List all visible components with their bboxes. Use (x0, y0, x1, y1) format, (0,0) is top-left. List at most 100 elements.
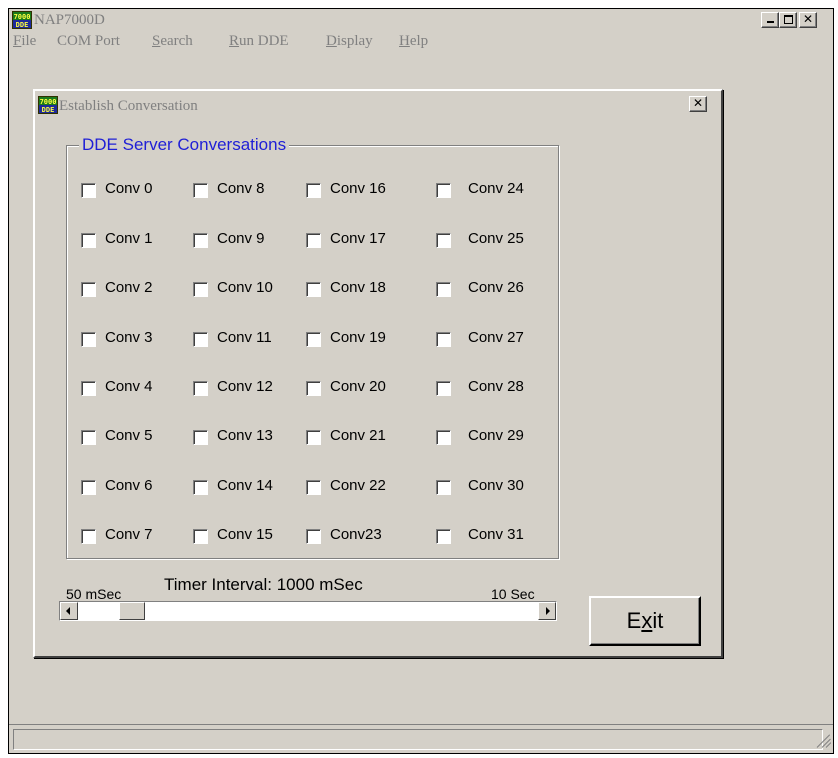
conv-29-label[interactable]: Conv 29 (468, 427, 524, 445)
window-title: NAP7000D (34, 12, 105, 28)
menu-search[interactable]: Search (152, 32, 193, 50)
menubar: File COM Port Search Run DDE Display Hel… (9, 32, 833, 52)
conv-30-label[interactable]: Conv 30 (468, 477, 524, 495)
conv-31-label[interactable]: Conv 31 (468, 526, 524, 544)
scroll-right-button[interactable] (538, 602, 556, 620)
conv-11-checkbox[interactable] (193, 332, 208, 347)
conv-2-checkbox[interactable] (81, 282, 96, 297)
conv-30-checkbox[interactable] (436, 480, 451, 495)
app-icon-text-top: 7000 (13, 13, 31, 21)
conv-19-checkbox[interactable] (306, 332, 321, 347)
conv-8-label[interactable]: Conv 8 (217, 180, 265, 198)
conv-12-checkbox[interactable] (193, 381, 208, 396)
conv-16-label[interactable]: Conv 16 (330, 180, 386, 198)
conv-29-checkbox[interactable] (436, 430, 451, 445)
conv-9-label[interactable]: Conv 9 (217, 230, 265, 248)
exit-label-mnemonic: x (641, 608, 653, 633)
conv-5-checkbox[interactable] (81, 430, 96, 445)
conv-6-checkbox[interactable] (81, 480, 96, 495)
conv-1-label[interactable]: Conv 1 (105, 230, 153, 248)
menu-help[interactable]: Help (399, 32, 428, 50)
conv-0-checkbox[interactable] (81, 183, 96, 198)
conv-24-label[interactable]: Conv 24 (468, 180, 524, 198)
minimize-button[interactable] (761, 12, 779, 28)
conv-14-label[interactable]: Conv 14 (217, 477, 273, 495)
app-icon[interactable]: 7000 DDE (12, 11, 32, 29)
minimize-icon (766, 21, 774, 23)
conv-7-label[interactable]: Conv 7 (105, 526, 153, 544)
conv-25-label[interactable]: Conv 25 (468, 230, 524, 248)
close-icon: ✕ (802, 12, 814, 26)
conv-19-label[interactable]: Conv 19 (330, 329, 386, 347)
conv-11-label[interactable]: Conv 11 (217, 329, 272, 347)
conv-20-label[interactable]: Conv 20 (330, 378, 386, 396)
conv-18-checkbox[interactable] (306, 282, 321, 297)
menu-run-dde[interactable]: Run DDE (229, 32, 289, 50)
conv-28-label[interactable]: Conv 28 (468, 378, 524, 396)
conv-10-label[interactable]: Conv 10 (217, 279, 273, 297)
maximize-icon (783, 15, 793, 24)
conv-7-checkbox[interactable] (81, 529, 96, 544)
conv-4-checkbox[interactable] (81, 381, 96, 396)
conv-17-checkbox[interactable] (306, 233, 321, 248)
conv-26-checkbox[interactable] (436, 282, 451, 297)
dialog-title: Establish Conversation (59, 98, 198, 114)
conv-9-checkbox[interactable] (193, 233, 208, 248)
status-panel (13, 729, 823, 750)
conv-15-checkbox[interactable] (193, 529, 208, 544)
conv-24-checkbox[interactable] (436, 183, 451, 198)
conv-22-label[interactable]: Conv 22 (330, 477, 386, 495)
dialog-icon-text-top: 7000 (39, 98, 57, 106)
conv-2-label[interactable]: Conv 2 (105, 279, 153, 297)
conv-13-label[interactable]: Conv 13 (217, 427, 273, 445)
conv-0-label[interactable]: Conv 0 (105, 180, 153, 198)
conv-3-checkbox[interactable] (81, 332, 96, 347)
status-bar (9, 724, 833, 753)
main-titlebar[interactable]: 7000 DDE NAP7000D ✕ (9, 9, 833, 31)
conv-5-label[interactable]: Conv 5 (105, 427, 153, 445)
conv-21-checkbox[interactable] (306, 430, 321, 445)
conv-31-checkbox[interactable] (436, 529, 451, 544)
conv-6-label[interactable]: Conv 6 (105, 477, 153, 495)
conv-27-checkbox[interactable] (436, 332, 451, 347)
conv-23-label[interactable]: Conv23 (330, 526, 382, 544)
dialog-close-button[interactable]: ✕ (689, 96, 707, 112)
conv-8-checkbox[interactable] (193, 183, 208, 198)
conv-26-label[interactable]: Conv 26 (468, 279, 524, 297)
conv-23-checkbox[interactable] (306, 529, 321, 544)
slider-max-label: 10 Sec (491, 586, 535, 602)
dialog-titlebar[interactable]: 7000 DDE Establish Conversation ✕ (35, 91, 721, 119)
slider-thumb[interactable] (119, 602, 145, 620)
conv-18-label[interactable]: Conv 18 (330, 279, 386, 297)
conv-25-checkbox[interactable] (436, 233, 451, 248)
conv-16-checkbox[interactable] (306, 183, 321, 198)
conv-15-label[interactable]: Conv 15 (217, 526, 273, 544)
exit-button[interactable]: Exit (589, 596, 701, 646)
conv-4-label[interactable]: Conv 4 (105, 378, 153, 396)
conv-13-checkbox[interactable] (193, 430, 208, 445)
menu-com-port[interactable]: COM Port (57, 32, 120, 50)
size-grip-icon[interactable] (815, 733, 831, 749)
menu-display[interactable]: Display (326, 32, 373, 50)
conv-12-label[interactable]: Conv 12 (217, 378, 273, 396)
conv-20-checkbox[interactable] (306, 381, 321, 396)
scroll-left-button[interactable] (60, 602, 78, 620)
establish-conversation-dialog: 7000 DDE Establish Conversation ✕ DDE Se… (33, 89, 723, 658)
timer-interval-label: Timer Interval: 1000 mSec (164, 575, 363, 594)
dialog-icon-text-bottom: DDE (41, 106, 55, 114)
conv-14-checkbox[interactable] (193, 480, 208, 495)
exit-label-start: E (626, 608, 642, 633)
close-button[interactable]: ✕ (799, 12, 817, 28)
conv-22-checkbox[interactable] (306, 480, 321, 495)
conv-21-label[interactable]: Conv 21 (330, 427, 386, 445)
timer-interval-slider[interactable] (59, 601, 557, 621)
maximize-button[interactable] (779, 12, 797, 28)
dialog-icon[interactable]: 7000 DDE (38, 96, 58, 114)
conv-10-checkbox[interactable] (193, 282, 208, 297)
conv-28-checkbox[interactable] (436, 381, 451, 396)
conv-27-label[interactable]: Conv 27 (468, 329, 524, 347)
menu-file[interactable]: File (13, 32, 36, 50)
conv-1-checkbox[interactable] (81, 233, 96, 248)
conv-3-label[interactable]: Conv 3 (105, 329, 153, 347)
conv-17-label[interactable]: Conv 17 (330, 230, 386, 248)
